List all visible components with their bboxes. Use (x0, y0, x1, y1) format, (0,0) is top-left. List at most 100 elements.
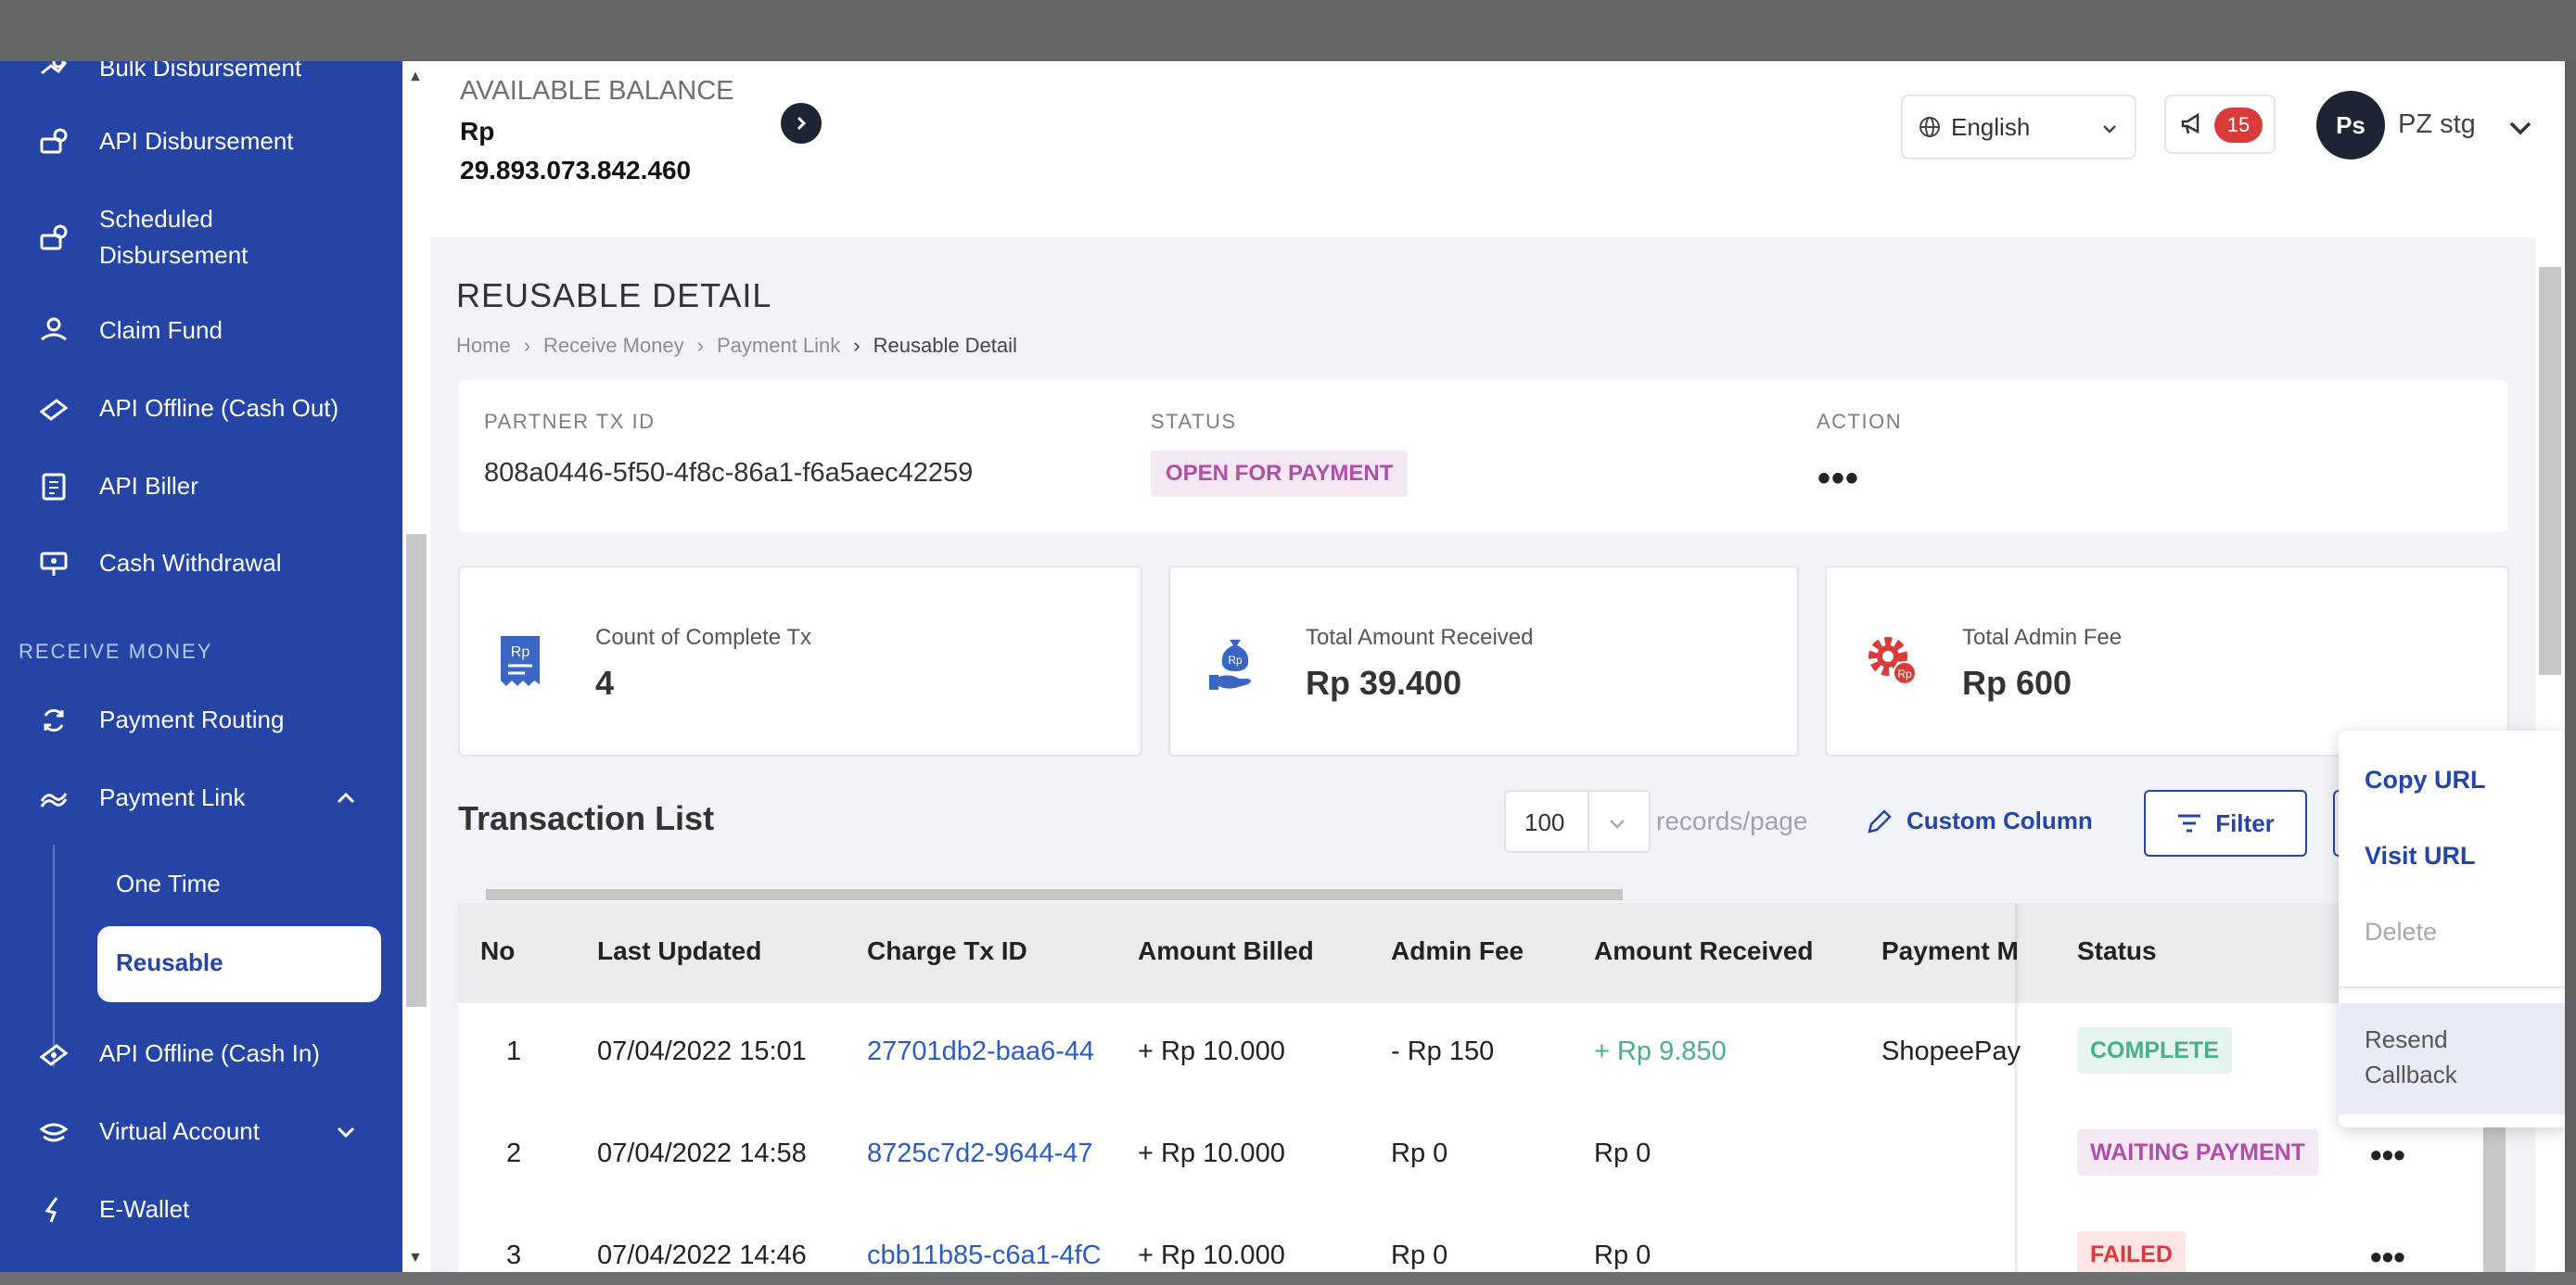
sidebar-item-payment-routing[interactable]: Payment Routing (0, 697, 402, 744)
cash-in-icon (35, 1036, 72, 1073)
column-header-admin-fee: Admin Fee (1391, 936, 1524, 965)
custom-column-button[interactable]: Custom Column (1866, 807, 2093, 835)
svg-text:Rp: Rp (1228, 654, 1243, 667)
sidebar-item-bulk-disbursement[interactable]: Bulk Disbursement (0, 61, 402, 91)
sidebar: Bulk Disbursement API Disbursement Sched… (0, 61, 402, 1272)
table-horizontal-scrollbar-thumb[interactable] (486, 889, 1623, 900)
sidebar-item-api-biller[interactable]: API Biller (0, 464, 402, 510)
records-per-page-select[interactable]: 100 (1504, 790, 1651, 853)
pencil-icon (1868, 808, 1892, 833)
api-disbursement-icon (35, 123, 72, 160)
gear-fee-icon: Rp (1864, 632, 1917, 693)
sidebar-item-virtual-account[interactable]: Virtual Account (0, 1109, 402, 1155)
notification-badge: 15 (2214, 108, 2263, 143)
cell-last-updated: 07/04/2022 14:46 (597, 1240, 807, 1270)
menu-resend-line: Resend (2365, 1025, 2448, 1053)
language-select[interactable]: English (1901, 95, 2136, 159)
table-row: 1 07/04/2022 15:01 27701db2-baa6-44 + Rp… (458, 1003, 2483, 1107)
sidebar-item-api-disbursement[interactable]: API Disbursement (0, 119, 402, 165)
column-header-no: No (480, 936, 516, 965)
column-header-last-updated: Last Updated (597, 936, 762, 965)
announcement-button[interactable]: 15 (2164, 95, 2276, 154)
cell-charge-tx-id-link[interactable]: cbb11b85-c6a1-4fC (867, 1240, 1102, 1271)
chevron-up-icon[interactable] (331, 783, 361, 813)
breadcrumb-payment-link[interactable]: Payment Link (717, 334, 840, 358)
filter-button[interactable]: Filter (2144, 790, 2307, 857)
main-content: REUSABLE DETAIL Home › Receive Money › P… (430, 237, 2535, 1272)
balance-detail-button[interactable] (781, 103, 822, 144)
select-divider (1588, 792, 1589, 851)
user-menu-chevron-icon[interactable] (2506, 113, 2535, 143)
receipt-icon: Rp (497, 632, 549, 693)
sidebar-item-scheduled-disbursement[interactable]: Scheduled Disbursement (0, 197, 402, 280)
action-more-button[interactable]: ••• (1817, 460, 1859, 497)
disbursement-icon (35, 61, 72, 87)
row-action-more-button[interactable]: ••• (2370, 1139, 2405, 1172)
scroll-down-arrow-icon[interactable]: ▼ (408, 1250, 423, 1266)
records-per-page-value: 100 (1524, 808, 1565, 836)
menu-callback-line: Callback (2365, 1061, 2457, 1088)
globe-icon (1918, 115, 1942, 139)
payment-link-icon (35, 780, 72, 817)
sidebar-item-claim-fund[interactable]: Claim Fund (0, 308, 402, 354)
breadcrumb-home[interactable]: Home (456, 334, 511, 358)
cell-charge-tx-id-link[interactable]: 27701db2-baa6-44 (867, 1037, 1094, 1067)
stat-label: Total Amount Received (1306, 625, 1534, 650)
e-wallet-icon (35, 1191, 72, 1228)
app-window: Bulk Disbursement API Disbursement Sched… (0, 61, 2565, 1272)
menu-delete[interactable]: Delete (2365, 918, 2437, 947)
balance-value: 29.893.073.842.460 (460, 156, 692, 184)
chevron-down-icon (1606, 812, 1628, 834)
megaphone-icon (2179, 111, 2205, 137)
cell-admin-fee: Rp 0 (1391, 1139, 1448, 1168)
table-row: 3 07/04/2022 14:46 cbb11b85-c6a1-4fC + R… (458, 1207, 2483, 1272)
status-badge-waiting: WAITING PAYMENT (2077, 1129, 2318, 1176)
scroll-up-arrow-icon[interactable]: ▲ (408, 69, 423, 85)
custom-column-label: Custom Column (1906, 807, 2093, 834)
money-bag-hand-icon: Rp (1207, 632, 1259, 693)
sidebar-item-e-wallet[interactable]: E-Wallet (0, 1187, 402, 1233)
chevron-down-icon[interactable] (331, 1117, 361, 1147)
partner-tx-id-label: PARTNER TX ID (484, 410, 656, 433)
cell-amount-billed: + Rp 10.000 (1138, 1037, 1285, 1066)
sidebar-subitem-one-time[interactable]: One Time (116, 870, 221, 898)
chevron-down-icon (2099, 119, 2120, 139)
stat-card-complete-count: Rp Count of Complete Tx 4 (458, 566, 1142, 757)
row-action-menu: Copy URL Visit URL Delete Resend Callbac… (2339, 731, 2565, 1127)
status-badge-complete: COMPLETE (2077, 1027, 2232, 1074)
sidebar-item-api-offline-cash-in[interactable]: API Offline (Cash In) (0, 1031, 402, 1077)
sidebar-subitem-reusable[interactable]: Reusable (97, 926, 381, 1002)
language-value: English (1951, 113, 2031, 141)
cell-charge-tx-id-link[interactable]: 8725c7d2-9644-47 (867, 1139, 1092, 1169)
menu-copy-url[interactable]: Copy URL (2365, 766, 2486, 795)
column-header-amount-billed: Amount Billed (1138, 936, 1314, 965)
sidebar-item-cash-withdrawal[interactable]: Cash Withdrawal (0, 541, 402, 587)
stat-value: Rp 600 (1962, 664, 2072, 702)
cell-amount-billed: + Rp 10.000 (1138, 1240, 1285, 1270)
column-header-status: Status (2077, 936, 2157, 965)
breadcrumb-receive-money[interactable]: Receive Money (543, 334, 684, 358)
cell-amount-received: Rp 0 (1594, 1240, 1651, 1270)
top-header: AVAILABLE BALANCE Rp 29.893.073.842.460 … (430, 61, 2565, 237)
transaction-table: No Last Updated Charge Tx ID Amount Bill… (458, 903, 2483, 1272)
svg-text:Rp: Rp (511, 644, 530, 660)
main-vertical-scrollbar-thumb[interactable] (2539, 267, 2561, 675)
avatar[interactable]: Ps (2316, 91, 2385, 159)
cash-out-icon (35, 390, 72, 427)
breadcrumb-separator-icon: › (696, 334, 704, 357)
stat-value: Rp 39.400 (1306, 664, 1462, 702)
menu-resend-callback-label: Resend Callback (2365, 1022, 2457, 1092)
username[interactable]: PZ stg (2398, 109, 2476, 140)
chevron-right-icon (797, 116, 807, 131)
scheduled-disbursement-icon (35, 220, 72, 257)
cell-payment-method: ShopeePay (1881, 1037, 2021, 1066)
menu-visit-url[interactable]: Visit URL (2365, 842, 2476, 871)
sidebar-scrollbar-thumb[interactable] (406, 534, 427, 1007)
sidebar-item-payment-link[interactable]: Payment Link (0, 775, 402, 821)
sticky-column-divider (2015, 903, 2019, 1272)
row-action-more-button[interactable]: ••• (2370, 1240, 2405, 1273)
svg-text:Rp: Rp (1897, 668, 1912, 681)
cell-no: 3 (506, 1240, 522, 1270)
cash-withdrawal-icon (35, 545, 72, 582)
sidebar-item-api-offline-cash-out[interactable]: API Offline (Cash Out) (0, 386, 402, 432)
